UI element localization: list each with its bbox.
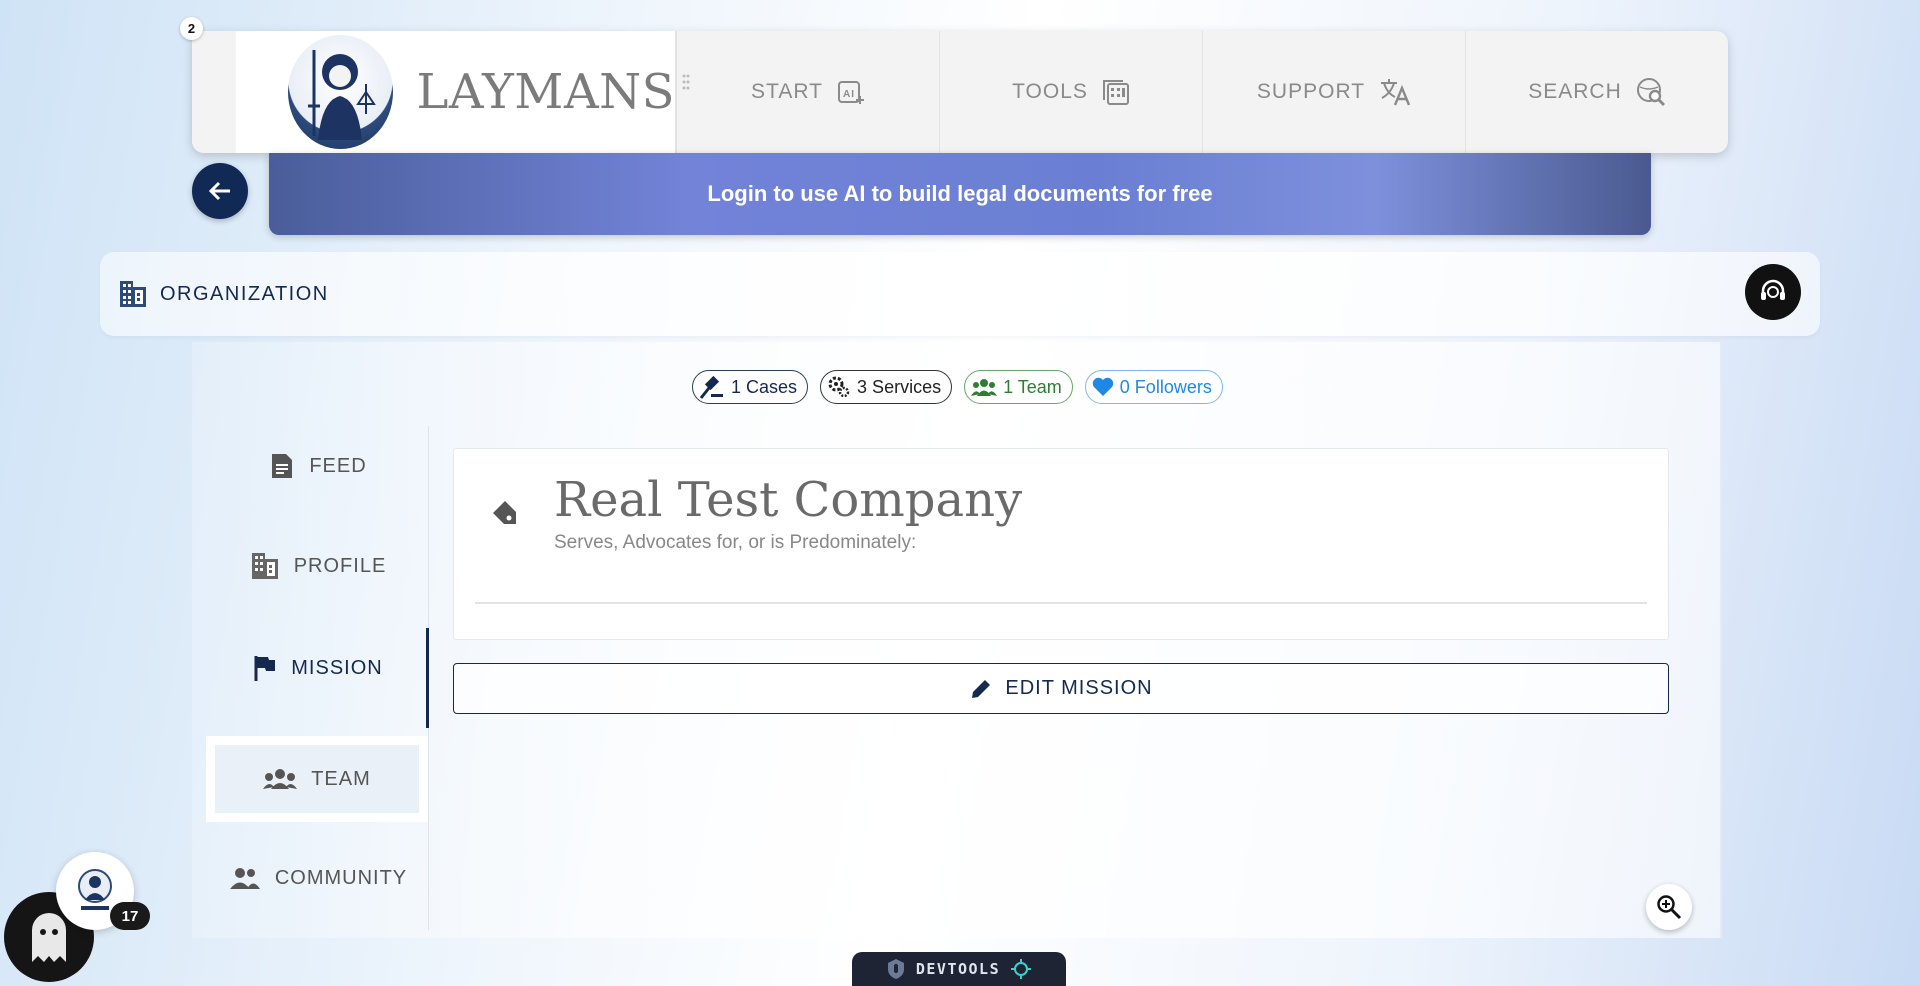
sidebar-item-label: MISSION: [291, 656, 383, 679]
sidebar-item-label: FEED: [309, 454, 367, 477]
drag-handle-icon[interactable]: [682, 73, 690, 91]
nav-start-label: START: [751, 80, 823, 103]
services-chip[interactable]: 3 Services: [820, 370, 953, 404]
ai-sparkle-icon: AI: [837, 81, 864, 104]
followers-count: 0 Followers: [1119, 376, 1212, 397]
zoom-in-icon: [1657, 895, 1682, 920]
crosshair-icon: [1011, 959, 1032, 979]
notification-count-badge: 17: [110, 902, 150, 930]
edit-mission-label: EDIT MISSION: [1005, 677, 1153, 699]
sidebar-item-team-inner: TEAM: [215, 745, 419, 813]
panel-border: [1720, 342, 1722, 938]
sidebar: FEED PROFILE MISSION TEAM COMMUNITY: [206, 426, 430, 930]
followers-chip[interactable]: 0 Followers: [1084, 370, 1223, 404]
pencil-icon: [972, 679, 991, 698]
login-banner[interactable]: Login to use AI to build legal documents…: [269, 153, 1651, 235]
flag-icon: [254, 656, 276, 681]
nav-search-label: SEARCH: [1528, 80, 1622, 103]
sidebar-item-community[interactable]: COMMUNITY: [206, 838, 430, 918]
top-navbar: LAYMANS START AI TOOLS SUPPORT SEARCH: [192, 31, 1728, 153]
headset-icon: [1761, 279, 1785, 300]
sidebar-item-label: PROFILE: [293, 554, 387, 577]
brand-logo-link[interactable]: LAYMANS: [236, 31, 690, 153]
calculator-icon: [1102, 80, 1129, 105]
cases-count: 1 Cases: [731, 376, 798, 397]
page-header: ORGANIZATION: [100, 252, 1820, 336]
back-button[interactable]: [192, 163, 248, 219]
nav-search[interactable]: SEARCH: [1465, 31, 1728, 153]
edit-mission-button[interactable]: EDIT MISSION: [453, 663, 1669, 714]
team-chip[interactable]: 1 Team: [964, 370, 1073, 404]
nav-start[interactable]: START AI: [676, 31, 939, 153]
heart-icon: [1092, 377, 1113, 396]
building-icon: [251, 553, 278, 579]
gavel-icon: [699, 375, 723, 399]
nav-support[interactable]: SUPPORT: [1202, 31, 1465, 153]
nav-support-label: SUPPORT: [1256, 80, 1366, 103]
sidebar-item-label: COMMUNITY: [274, 866, 408, 889]
svg-text:AI: AI: [843, 89, 855, 100]
group-icon: [971, 379, 998, 396]
support-agent-button[interactable]: [1745, 264, 1801, 320]
notification-badge: 2: [180, 17, 203, 40]
group-icon: [263, 769, 298, 789]
card-divider: [475, 602, 1647, 604]
translate-icon: [1381, 79, 1411, 106]
building-icon: [120, 281, 146, 307]
nav-tools[interactable]: TOOLS: [939, 31, 1202, 153]
brand-name: LAYMANS: [416, 64, 675, 120]
company-name: Real Test Company: [554, 472, 1023, 528]
zoom-button[interactable]: [1646, 884, 1692, 930]
sidebar-item-team[interactable]: TEAM: [206, 736, 428, 822]
shield-icon: [887, 959, 904, 979]
team-count: 1 Team: [1003, 376, 1062, 397]
sidebar-item-mission[interactable]: MISSION: [206, 628, 430, 708]
devtools-tab[interactable]: DEVTOOLS: [852, 952, 1066, 986]
justice-logo-icon: [288, 35, 393, 149]
people-icon: [229, 868, 260, 889]
sidebar-item-feed[interactable]: FEED: [206, 426, 430, 506]
services-count: 3 Services: [857, 376, 942, 397]
tag-icon: [493, 501, 516, 524]
mission-subtitle: Serves, Advocates for, or is Predominate…: [554, 532, 917, 553]
gears-icon: [828, 376, 850, 398]
document-icon: [272, 454, 293, 478]
sidebar-item-label: TEAM: [311, 767, 371, 790]
justice-logo-icon: [78, 869, 112, 910]
stats-row: 1 Cases 3 Services 1 Team 0 Followers: [692, 370, 1223, 404]
sidebar-item-profile[interactable]: PROFILE: [206, 526, 430, 606]
banner-text: Login to use AI to build legal documents…: [707, 181, 1213, 206]
nav-left-spacer: [192, 31, 236, 153]
cases-chip[interactable]: 1 Cases: [692, 370, 809, 404]
page-title: ORGANIZATION: [160, 282, 329, 305]
nav-tools-label: TOOLS: [1012, 80, 1088, 103]
search-globe-icon: [1636, 78, 1665, 107]
arrow-left-icon: [208, 181, 230, 201]
devtools-label: DEVTOOLS: [915, 960, 1001, 978]
